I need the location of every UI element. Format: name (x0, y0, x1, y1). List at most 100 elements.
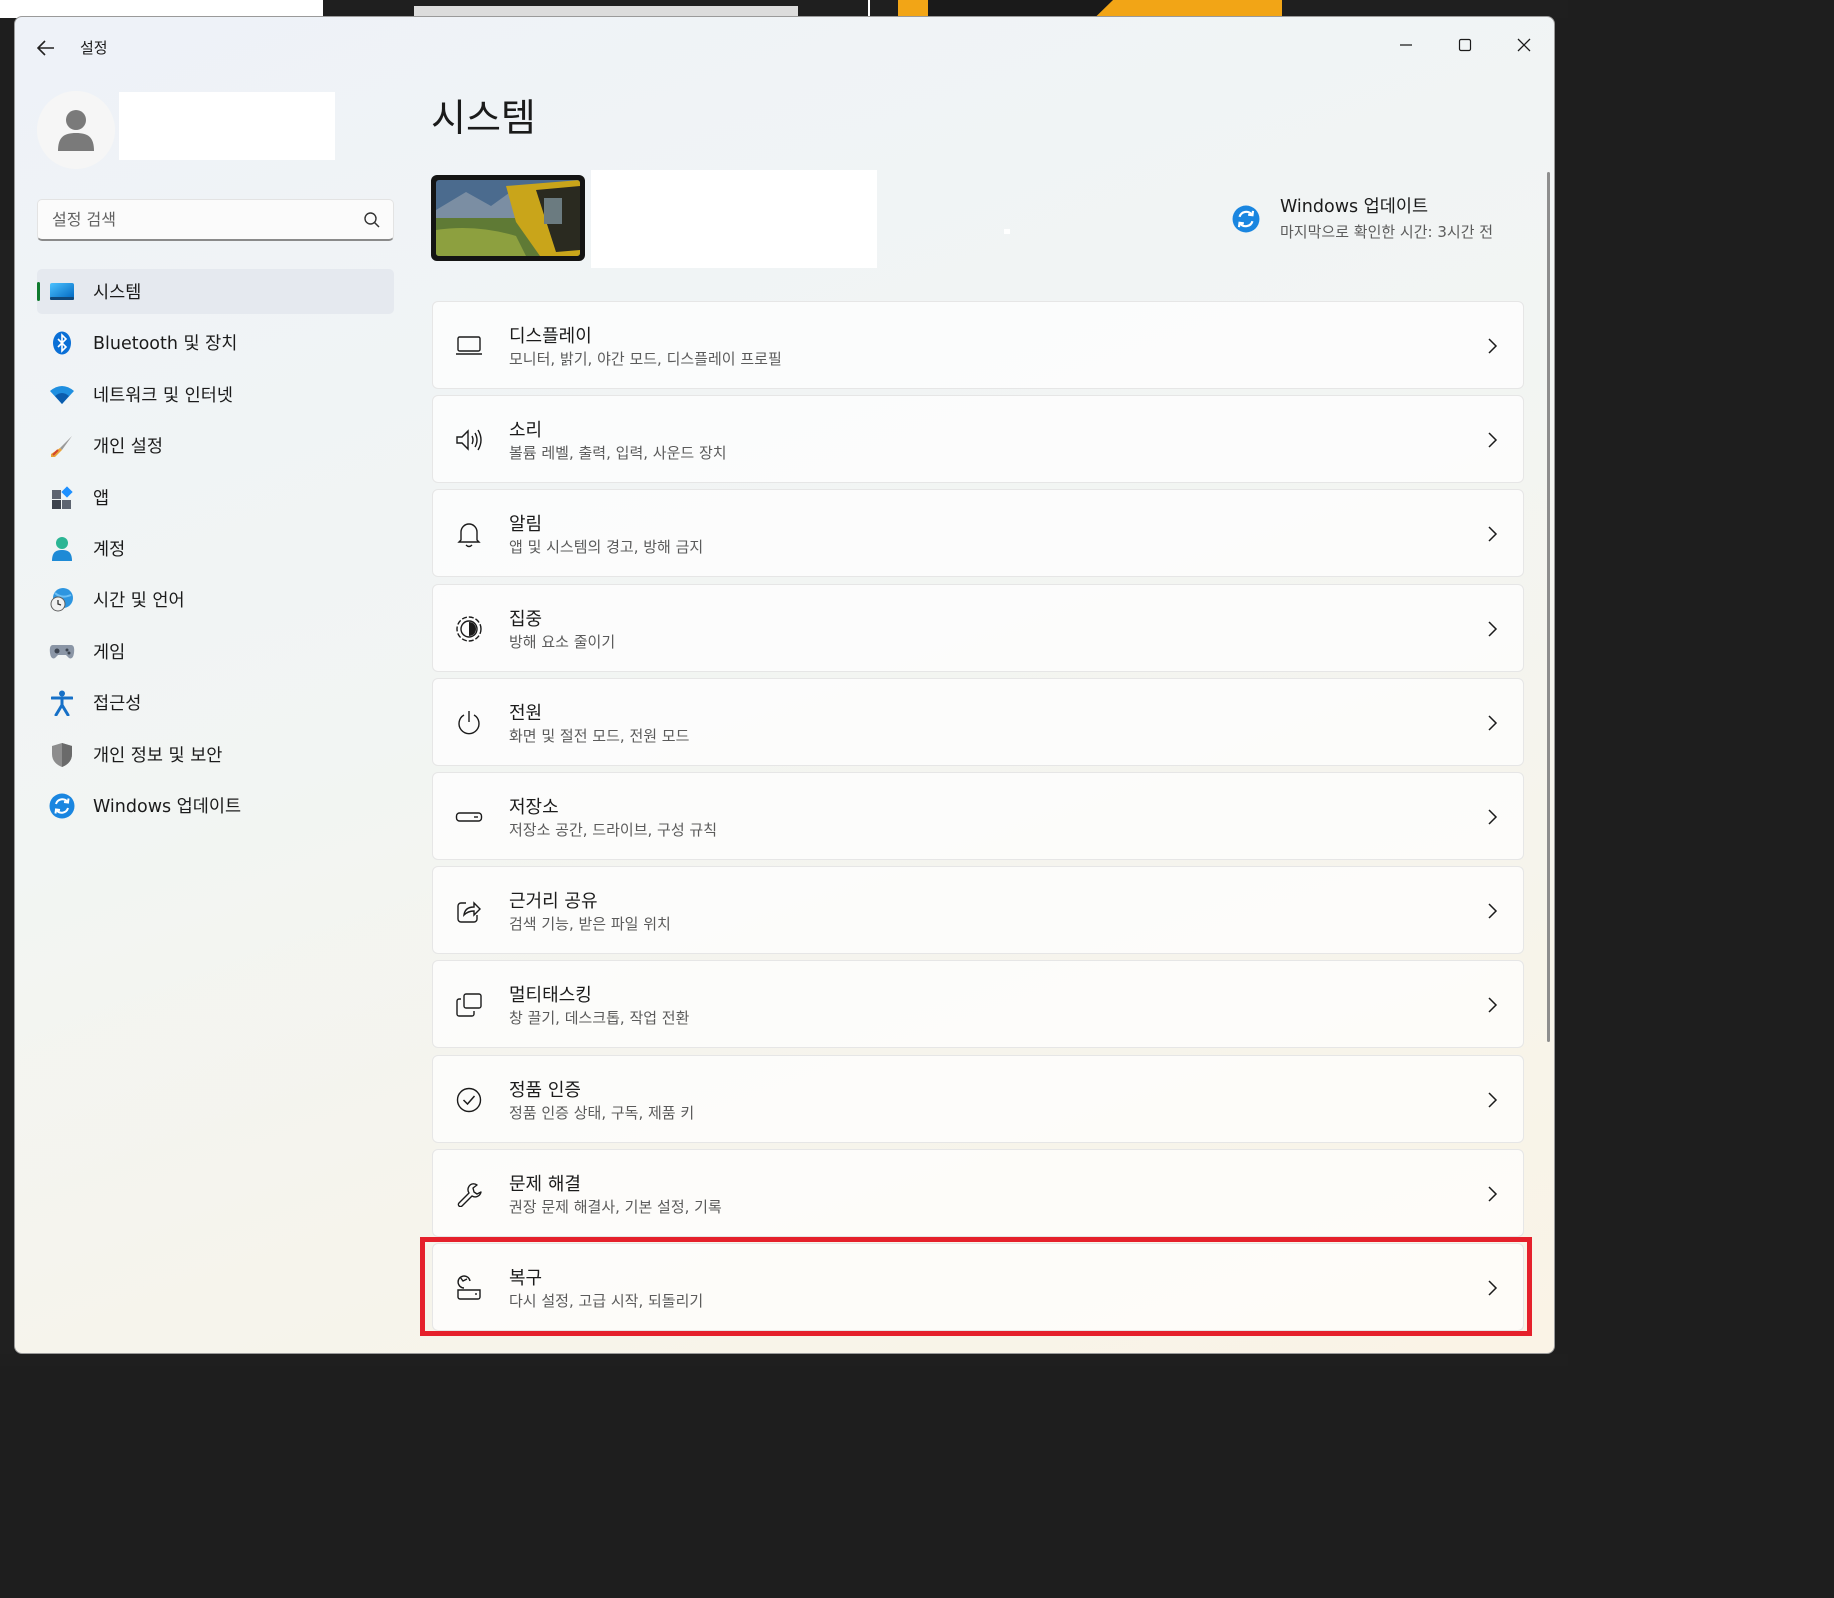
minimize-button[interactable] (1383, 25, 1429, 65)
search-icon[interactable] (363, 211, 381, 229)
sidebar-item-bluetooth[interactable]: Bluetooth 및 장치 (37, 320, 394, 365)
chevron-right-icon (1488, 1091, 1498, 1108)
sidebar-item-privacy-security[interactable]: 개인 정보 및 보안 (37, 732, 394, 777)
card-recovery[interactable]: 복구 다시 설정, 고급 시작, 되돌리기 (432, 1242, 1524, 1331)
sidebar-nav: 시스템 Bluetooth 및 장치 네트워크 및 인터넷 개인 설정 앱 계정… (37, 269, 394, 834)
card-title: 저장소 (509, 796, 559, 818)
gamepad-icon (49, 639, 75, 665)
sidebar-item-label: 게임 (93, 642, 126, 663)
update-status-icon (1232, 205, 1260, 233)
update-last-checked: 마지막으로 확인한 시간: 3시간 전 (1280, 223, 1494, 241)
card-storage[interactable]: 저장소 저장소 공간, 드라이브, 구성 규칙 (432, 771, 1524, 860)
card-multitasking[interactable]: 멀티태스킹 창 끌기, 데스크톱, 작업 전환 (432, 960, 1524, 1049)
chevron-right-icon (1488, 1186, 1498, 1202)
card-subtitle: 권장 문제 해결사, 기본 설정, 기록 (509, 1197, 722, 1216)
card-sound[interactable]: 소리 볼륨 레벨, 출력, 입력, 사운드 장치 (432, 395, 1524, 484)
back-button[interactable] (33, 35, 59, 61)
windows-update-link[interactable]: Windows 업데이트 (1280, 193, 1428, 218)
wrench-icon (455, 1180, 483, 1208)
card-nearby-sharing[interactable]: 근거리 공유 검색 기능, 받은 파일 위치 (432, 866, 1524, 955)
card-title: 집중 (509, 608, 543, 630)
sidebar-item-network[interactable]: 네트워크 및 인터넷 (37, 372, 394, 417)
card-title: 멀티태스킹 (509, 985, 592, 1007)
sidebar-item-label: 네트워크 및 인터넷 (93, 385, 233, 406)
bluetooth-icon (49, 330, 75, 356)
recovery-icon (455, 1274, 483, 1302)
card-title: 알림 (509, 514, 543, 536)
card-title: 디스플레이 (509, 326, 592, 347)
monitor-icon (455, 332, 483, 360)
sidebar-item-windows-update[interactable]: Windows 업데이트 (37, 783, 394, 828)
sidebar-item-label: 개인 설정 (93, 437, 163, 458)
share-icon (455, 897, 483, 925)
update-icon (49, 793, 75, 819)
clock-globe-icon (49, 587, 75, 613)
minimize-icon (1400, 44, 1412, 46)
storage-icon (455, 803, 483, 831)
chevron-right-icon (1488, 997, 1498, 1013)
device-name-area (591, 170, 877, 268)
close-button[interactable] (1501, 25, 1547, 65)
sidebar-item-accounts[interactable]: 계정 (37, 526, 394, 571)
card-title: 정품 인증 (509, 1079, 581, 1101)
card-subtitle: 방해 요소 줄이기 (509, 632, 616, 651)
chevron-right-icon (1488, 1280, 1498, 1296)
profile-name-area (119, 92, 335, 160)
card-subtitle: 다시 설정, 고급 시작, 되돌리기 (509, 1291, 704, 1310)
card-subtitle: 볼륨 레벨, 출력, 입력, 사운드 장치 (509, 444, 727, 463)
card-subtitle: 모니터, 밝기, 야간 모드, 디스플레이 프로필 (509, 350, 782, 368)
background-bottom-strip (0, 1354, 1568, 1366)
card-troubleshoot[interactable]: 문제 해결 권장 문제 해결사, 기본 설정, 기록 (432, 1148, 1524, 1237)
sidebar-item-label: 접근성 (93, 694, 142, 715)
apps-icon (49, 485, 75, 511)
card-subtitle: 저장소 공간, 드라이브, 구성 규칙 (509, 820, 718, 839)
close-icon (1517, 38, 1531, 52)
chevron-right-icon (1488, 715, 1498, 731)
person-icon (58, 110, 94, 151)
sidebar-item-label: 시스템 (93, 283, 142, 303)
card-subtitle: 앱 및 시스템의 경고, 방해 금지 (509, 538, 704, 557)
chevron-right-icon (1488, 903, 1498, 919)
card-notifications[interactable]: 알림 앱 및 시스템의 경고, 방해 금지 (432, 489, 1524, 578)
card-power[interactable]: 전원 화면 및 절전 모드, 전원 모드 (432, 677, 1524, 766)
multitask-icon (455, 991, 483, 1019)
chevron-right-icon (1488, 432, 1498, 448)
check-circle-icon (455, 1086, 483, 1114)
sidebar-item-gaming[interactable]: 게임 (37, 629, 394, 674)
card-subtitle: 창 끌기, 데스크톱, 작업 전환 (509, 1009, 690, 1028)
sidebar-item-system[interactable]: 시스템 (37, 269, 394, 314)
card-title: 복구 (509, 1267, 543, 1289)
search-box[interactable] (37, 199, 394, 241)
app-title: 설정 (80, 39, 108, 57)
speaker-icon (455, 426, 483, 454)
maximize-button[interactable] (1442, 25, 1488, 65)
sidebar-item-label: 계정 (93, 539, 126, 560)
accessibility-icon (49, 690, 75, 717)
card-focus[interactable]: 집중 방해 요소 줄이기 (432, 583, 1524, 672)
sidebar-item-personalization[interactable]: 개인 설정 (37, 423, 394, 468)
card-display[interactable]: 디스플레이 모니터, 밝기, 야간 모드, 디스플레이 프로필 (432, 301, 1524, 389)
back-arrow-icon (37, 40, 54, 56)
shield-icon (49, 742, 75, 768)
account-icon (49, 536, 75, 562)
card-activation[interactable]: 정품 인증 정품 인증 상태, 구독, 제품 키 (432, 1054, 1524, 1143)
card-title: 소리 (509, 420, 543, 442)
active-indicator (37, 282, 40, 301)
sidebar-item-apps[interactable]: 앱 (37, 475, 394, 520)
sidebar-item-label: 앱 (93, 488, 110, 509)
user-avatar[interactable] (37, 91, 115, 169)
focus-icon (455, 615, 483, 643)
device-wallpaper-thumbnail[interactable] (431, 175, 585, 261)
card-title: 전원 (509, 702, 543, 724)
scrollbar[interactable] (1547, 172, 1550, 1042)
bell-icon (455, 520, 483, 548)
settings-window: 설정 시스템 (14, 16, 1555, 1354)
sidebar-item-label: 개인 정보 및 보안 (93, 745, 223, 766)
sidebar-item-label: Bluetooth 및 장치 (93, 334, 238, 355)
title-bar: 설정 (15, 17, 1554, 75)
card-title: 근거리 공유 (509, 891, 598, 913)
search-input[interactable] (52, 208, 352, 230)
chevron-right-icon (1488, 338, 1498, 354)
sidebar-item-time-language[interactable]: 시간 및 언어 (37, 577, 394, 622)
sidebar-item-accessibility[interactable]: 접근성 (37, 680, 394, 725)
